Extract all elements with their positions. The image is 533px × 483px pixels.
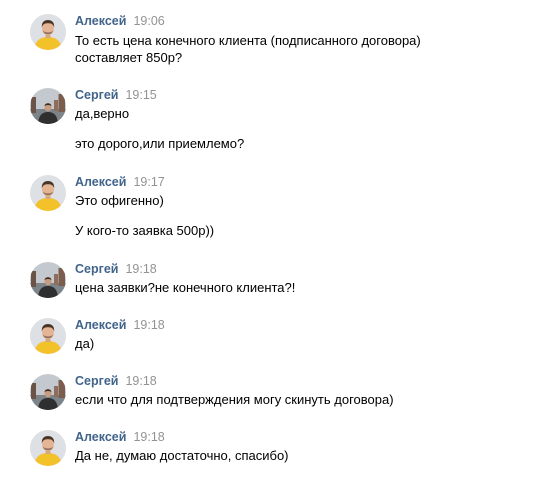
message-text: да) bbox=[75, 336, 95, 351]
message-time[interactable]: 19:15 bbox=[125, 88, 156, 102]
message-time[interactable]: 19:17 bbox=[133, 175, 164, 189]
message-header: Сергей 19:18 bbox=[75, 261, 157, 277]
message-time[interactable]: 19:18 bbox=[133, 318, 164, 332]
author-name[interactable]: Алексей bbox=[75, 318, 126, 332]
message-text: Да не, думаю достаточно, спасибо) bbox=[75, 448, 289, 463]
message-text: да,верно bbox=[75, 106, 130, 121]
message-text: если что для подтверждения могу скинуть … bbox=[75, 392, 394, 407]
avatar[interactable] bbox=[30, 175, 66, 211]
message-text: Это офигенно) bbox=[75, 193, 164, 208]
message-header: Сергей 19:18 bbox=[75, 373, 157, 389]
user-avatar-photo-icon bbox=[30, 430, 66, 466]
message-text: цена заявки?не конечного клиента?! bbox=[75, 280, 296, 295]
message-header: Сергей 19:15 bbox=[75, 87, 157, 103]
avatar[interactable] bbox=[30, 318, 66, 354]
author-name[interactable]: Алексей bbox=[75, 14, 126, 28]
user-avatar-photo-icon bbox=[30, 14, 66, 50]
user-avatar-photo-icon bbox=[30, 374, 66, 410]
avatar[interactable] bbox=[30, 262, 66, 298]
author-name[interactable]: Алексей bbox=[75, 175, 126, 189]
message-header: Алексей 19:17 bbox=[75, 174, 165, 190]
user-avatar-photo-icon bbox=[30, 88, 66, 124]
user-avatar-photo-icon bbox=[30, 175, 66, 211]
message-text: У кого-то заявка 500р)) bbox=[75, 223, 215, 238]
message-time[interactable]: 19:06 bbox=[133, 14, 164, 28]
message-time[interactable]: 19:18 bbox=[133, 430, 164, 444]
chat-history: Алексей 19:06 То есть цена конечного клие… bbox=[0, 0, 533, 483]
user-avatar-photo-icon bbox=[30, 318, 66, 354]
message-text: это дорого,или приемлемо? bbox=[75, 136, 245, 151]
message-header: Алексей 19:18 bbox=[75, 317, 165, 333]
message-time[interactable]: 19:18 bbox=[125, 262, 156, 276]
message-header: Алексей 19:06 bbox=[75, 13, 165, 29]
message-time[interactable]: 19:18 bbox=[125, 374, 156, 388]
avatar[interactable] bbox=[30, 14, 66, 50]
author-name[interactable]: Алексей bbox=[75, 430, 126, 444]
message-text: составляет 850р? bbox=[75, 50, 183, 65]
author-name[interactable]: Сергей bbox=[75, 88, 118, 102]
message-text: То есть цена конечного клиента (подписан… bbox=[75, 33, 421, 48]
message-header: Алексей 19:18 bbox=[75, 429, 165, 445]
user-avatar-photo-icon bbox=[30, 262, 66, 298]
avatar[interactable] bbox=[30, 374, 66, 410]
author-name[interactable]: Сергей bbox=[75, 262, 118, 276]
avatar[interactable] bbox=[30, 430, 66, 466]
avatar[interactable] bbox=[30, 88, 66, 124]
author-name[interactable]: Сергей bbox=[75, 374, 118, 388]
